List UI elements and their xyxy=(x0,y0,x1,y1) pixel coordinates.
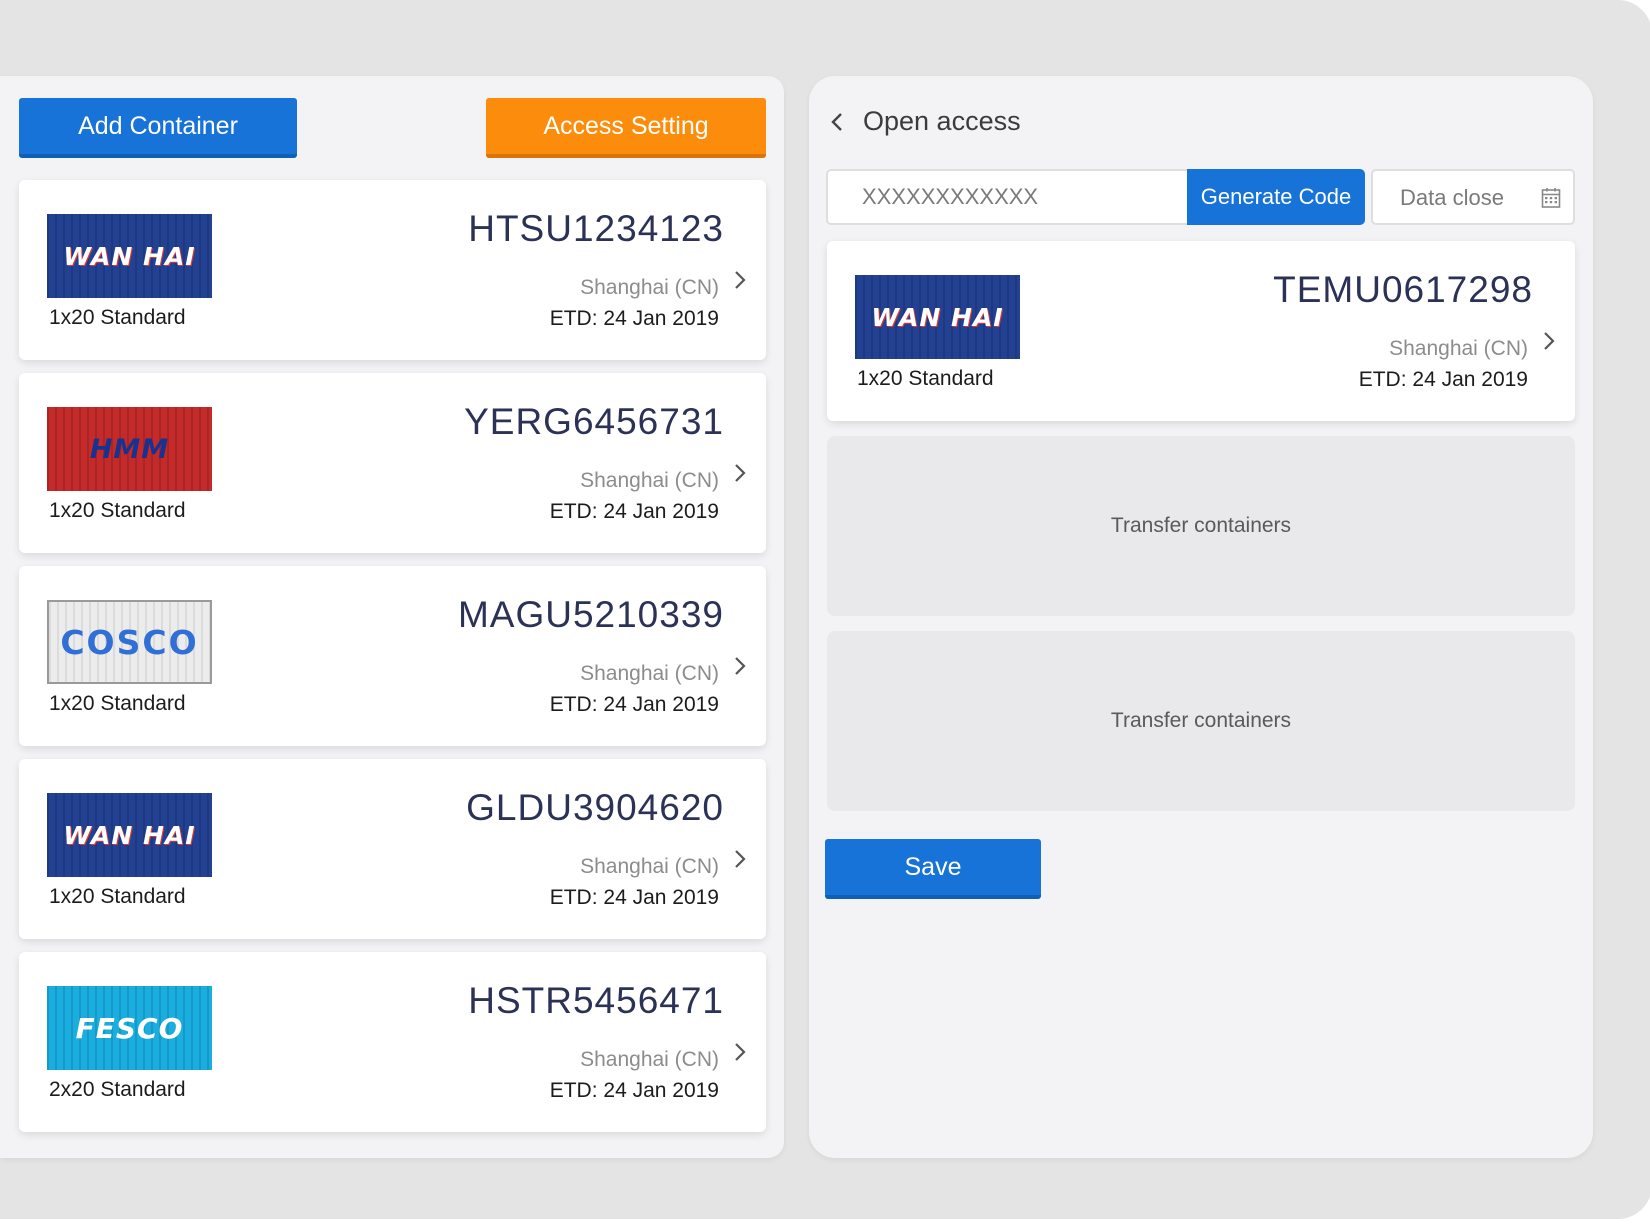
chevron-right-icon xyxy=(735,464,746,482)
container-size: 1x20 Standard xyxy=(857,367,994,390)
container-etd: ETD: 24 Jan 2019 xyxy=(549,307,719,330)
calendar-icon[interactable] xyxy=(1541,187,1561,209)
container-origin: Shanghai (CN) xyxy=(580,855,719,878)
container-code: HSTR5456471 xyxy=(468,980,724,1021)
page-title: Open access xyxy=(863,106,1021,136)
wan-hai-logo: WAN HAI xyxy=(855,275,1020,359)
logo-text: WAN HAI xyxy=(63,241,196,271)
hmm-logo: HMM xyxy=(47,407,212,491)
container-origin: Shanghai (CN) xyxy=(580,1048,719,1071)
access-code-input[interactable] xyxy=(826,169,1188,225)
container-code: YERG6456731 xyxy=(464,401,724,442)
container-etd: ETD: 24 Jan 2019 xyxy=(549,500,719,523)
chevron-right-icon xyxy=(735,271,746,289)
chevron-right-icon xyxy=(735,850,746,868)
chevron-right-icon xyxy=(735,1043,746,1061)
add-container-button[interactable]: Add Container xyxy=(19,98,297,158)
logo-text: HMM xyxy=(89,433,170,465)
access-setting-button[interactable]: Access Setting xyxy=(486,98,766,158)
selected-container-card[interactable]: WAN HAI 1x20 Standard TEMU0617298 Shangh… xyxy=(827,241,1575,421)
container-etd: ETD: 24 Jan 2019 xyxy=(1358,368,1528,391)
fesco-logo: FESCO xyxy=(47,986,212,1070)
container-etd: ETD: 24 Jan 2019 xyxy=(549,886,719,909)
container-origin: Shanghai (CN) xyxy=(580,662,719,685)
container-card[interactable]: FESCO 2x20 Standard HSTR5456471 Shanghai… xyxy=(19,952,766,1132)
chevron-right-icon xyxy=(1544,332,1555,350)
wan-hai-logo: WAN HAI xyxy=(47,214,212,298)
container-code: HTSU1234123 xyxy=(468,208,724,249)
container-origin: Shanghai (CN) xyxy=(580,469,719,492)
container-code: GLDU3904620 xyxy=(466,787,724,828)
container-card[interactable]: WAN HAI 1x20 Standard HTSU1234123 Shangh… xyxy=(19,180,766,360)
container-etd: ETD: 24 Jan 2019 xyxy=(549,1079,719,1102)
logo-text: WAN HAI xyxy=(63,820,196,850)
save-button[interactable]: Save xyxy=(825,839,1041,899)
container-size: 2x20 Standard xyxy=(49,1078,186,1101)
cosco-logo: COSCO xyxy=(47,600,212,684)
container-origin: Shanghai (CN) xyxy=(1389,337,1528,360)
date-close-field[interactable]: Data close xyxy=(1371,169,1575,225)
logo-text: COSCO xyxy=(60,622,199,662)
container-size: 1x20 Standard xyxy=(49,885,186,908)
logo-text: WAN HAI xyxy=(871,302,1004,332)
chevron-left-icon[interactable] xyxy=(829,110,845,134)
container-card[interactable]: COSCO 1x20 Standard MAGU5210339 Shanghai… xyxy=(19,566,766,746)
transfer-containers-dropzone[interactable]: Transfer containers xyxy=(827,631,1575,811)
back-header[interactable]: Open access xyxy=(829,106,1021,137)
wan-hai-logo: WAN HAI xyxy=(47,793,212,877)
generate-code-button[interactable]: Generate Code xyxy=(1187,169,1365,225)
container-card[interactable]: WAN HAI 1x20 Standard GLDU3904620 Shangh… xyxy=(19,759,766,939)
container-card[interactable]: HMM 1x20 Standard YERG6456731 Shanghai (… xyxy=(19,373,766,553)
transfer-containers-dropzone[interactable]: Transfer containers xyxy=(827,436,1575,616)
date-close-placeholder: Data close xyxy=(1400,185,1504,210)
container-size: 1x20 Standard xyxy=(49,692,186,715)
container-size: 1x20 Standard xyxy=(49,499,186,522)
container-etd: ETD: 24 Jan 2019 xyxy=(549,693,719,716)
container-origin: Shanghai (CN) xyxy=(580,276,719,299)
chevron-right-icon xyxy=(735,657,746,675)
logo-text: FESCO xyxy=(75,1011,184,1045)
open-access-panel xyxy=(809,76,1593,1158)
container-size: 1x20 Standard xyxy=(49,306,186,329)
container-code: MAGU5210339 xyxy=(457,594,724,635)
container-code: TEMU0617298 xyxy=(1273,269,1533,310)
